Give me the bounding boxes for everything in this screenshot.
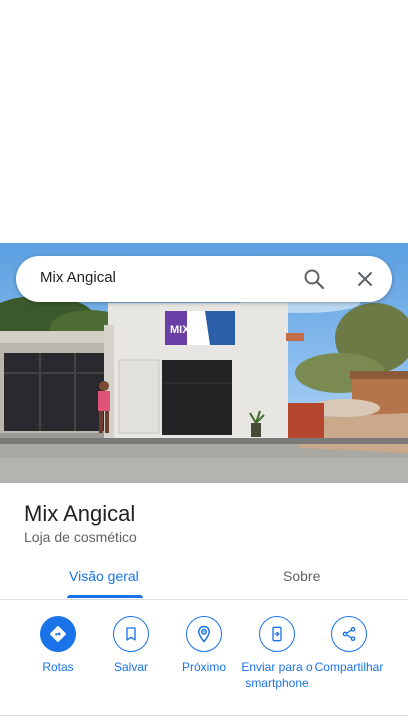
tab-overview[interactable]: Visão geral <box>69 568 139 588</box>
send-to-phone-icon <box>259 616 295 652</box>
share-icon <box>331 616 367 652</box>
place-title: Mix Angical <box>24 501 136 526</box>
nearby-label: Próximo <box>181 660 226 674</box>
sign-text: MIX <box>170 324 190 336</box>
directions-icon <box>40 616 76 652</box>
share-button[interactable]: Compartilhar <box>313 616 385 675</box>
tabs-divider <box>0 599 408 600</box>
nearby-button[interactable]: Próximo <box>168 616 240 675</box>
send-to-phone-button[interactable]: Enviar para o smartphone <box>241 616 313 691</box>
actions-divider <box>0 715 408 716</box>
selected-tab-indicator <box>67 595 143 598</box>
search-bar[interactable]: Mix Angical <box>16 256 392 302</box>
save-button[interactable]: Salvar <box>95 616 167 675</box>
search-icon[interactable] <box>302 267 326 291</box>
search-input[interactable]: Mix Angical <box>40 269 116 286</box>
send-to-phone-label: Enviar para o smartphone <box>241 660 313 690</box>
bookmark-icon <box>113 616 149 652</box>
place-category: Loja de cosmético <box>24 529 137 545</box>
directions-button[interactable]: Rotas <box>22 616 94 675</box>
directions-label: Rotas <box>42 660 74 674</box>
save-label: Salvar <box>113 660 148 674</box>
share-label: Compartilhar <box>314 660 384 674</box>
nearby-icon <box>186 616 222 652</box>
close-icon[interactable] <box>353 267 377 291</box>
tab-about[interactable]: Sobre <box>283 568 320 588</box>
